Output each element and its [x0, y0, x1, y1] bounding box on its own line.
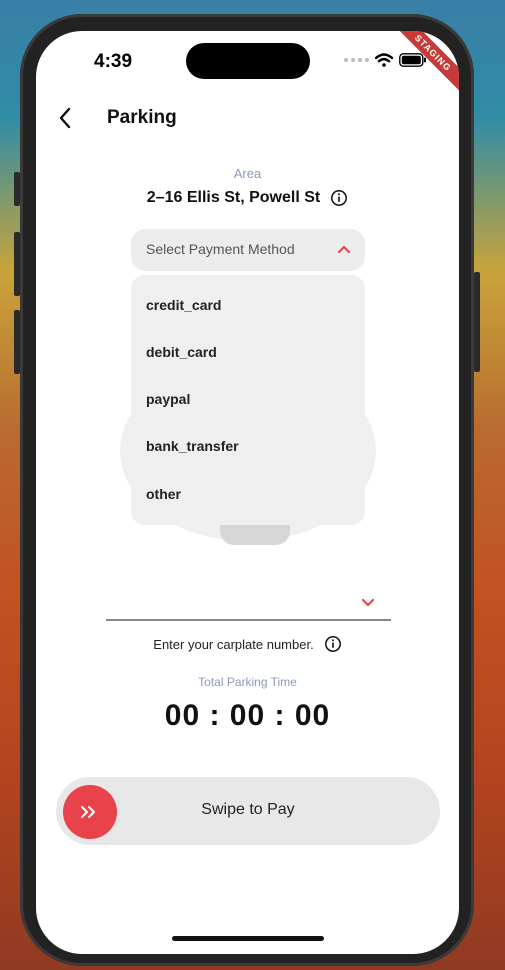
payment-method-dropdown[interactable]: Select Payment Method: [131, 229, 365, 271]
wifi-icon: [375, 53, 393, 67]
area-row: 2–16 Ellis St, Powell St: [36, 189, 459, 207]
signal-dots-icon: [344, 58, 369, 62]
status-icons: [344, 53, 427, 67]
area-label: Area: [233, 166, 262, 181]
info-icon[interactable]: [324, 635, 342, 653]
parking-time-label: Total Parking Time: [198, 675, 297, 689]
parking-time-value: 00 : 00 : 00: [164, 699, 331, 732]
app-screen: 4:39 STAGING Parking Area 2–16 Ellis St,…: [36, 31, 459, 954]
swipe-to-pay-slider[interactable]: Swipe to Pay: [56, 777, 440, 845]
power-button: [474, 272, 480, 372]
carplate-hint-row: Enter your carplate number.: [36, 635, 459, 653]
page-title: Parking: [107, 107, 177, 128]
chevron-down-icon[interactable]: [361, 598, 375, 608]
home-indicator: [172, 936, 324, 941]
dynamic-island: [186, 43, 310, 79]
payment-option-debit-card[interactable]: debit_card: [146, 344, 217, 360]
payment-option-bank-transfer[interactable]: bank_transfer: [146, 438, 239, 454]
payment-method-label: Select Payment Method: [146, 241, 295, 257]
app-header: Parking: [36, 101, 459, 135]
payment-method-menu: credit_card debit_card paypal bank_trans…: [131, 275, 365, 525]
double-chevron-right-icon: [81, 806, 95, 818]
chevron-left-icon[interactable]: [54, 101, 80, 135]
swipe-knob[interactable]: [63, 785, 117, 839]
payment-option-other[interactable]: other: [146, 486, 181, 502]
carplate-input-underline[interactable]: [106, 619, 391, 621]
payment-option-credit-card[interactable]: credit_card: [146, 297, 221, 313]
info-icon[interactable]: [330, 189, 348, 207]
chevron-up-icon: [337, 245, 351, 254]
payment-option-paypal[interactable]: paypal: [146, 391, 190, 407]
carplate-hint: Enter your carplate number.: [153, 636, 314, 652]
area-value: 2–16 Ellis St, Powell St: [146, 189, 321, 206]
status-time: 4:39: [94, 51, 133, 72]
